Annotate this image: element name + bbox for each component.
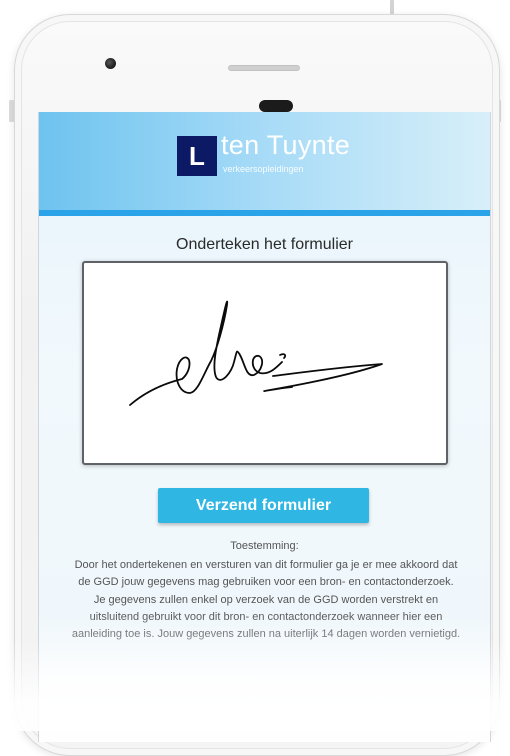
consent-text: Door het ondertekenen en versturen van d… (71, 559, 461, 641)
speaker-grille (228, 65, 300, 71)
header-accent-bar (39, 210, 490, 216)
logo-name: ten Tuynte (221, 130, 351, 160)
signature-pad[interactable] (82, 261, 448, 465)
camera-icon (105, 58, 116, 69)
signature-drawing (129, 300, 383, 406)
phone-side-button-top (390, 0, 394, 14)
logo-letter: L (189, 140, 205, 171)
logo-subtitle: verkeersopleidingen (223, 164, 304, 174)
submit-form-button[interactable]: Verzend formulier (158, 488, 369, 523)
phone-screen: L ten Tuynte verkeersopleidingen Onderte… (38, 112, 491, 742)
earpiece-speaker (259, 100, 293, 112)
consent-title: Toestemming: (230, 540, 299, 552)
logo-mark: L (177, 136, 217, 176)
app-header: L ten Tuynte verkeersopleidingen (39, 112, 490, 210)
page-title: Onderteken het formulier (176, 236, 353, 253)
